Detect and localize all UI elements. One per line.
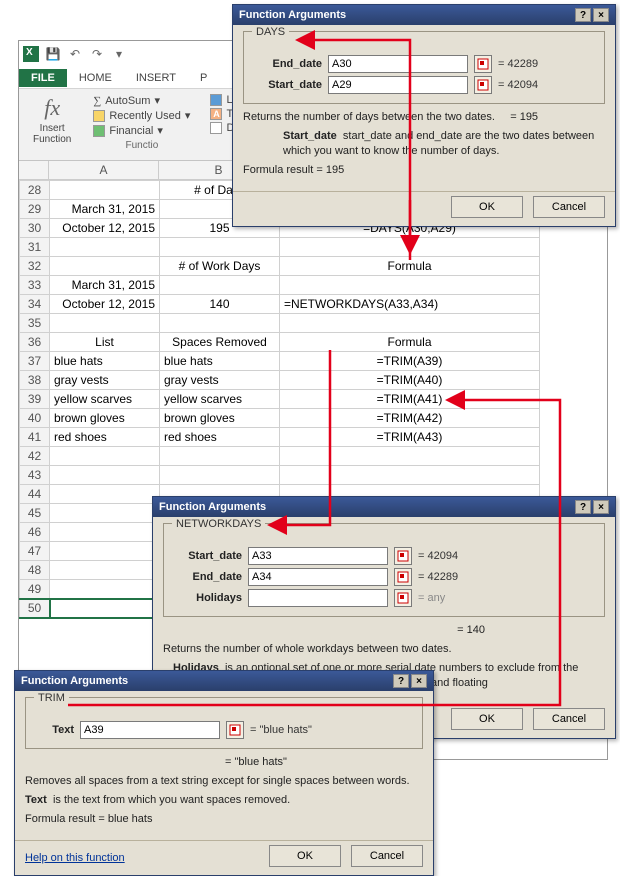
insert-function-label: InsertFunction [33,123,71,145]
autosum-button[interactable]: ∑AutoSum▾ [89,93,194,108]
net-start-result: = 42094 [418,550,458,562]
logical-icon [210,94,222,106]
help-icon[interactable]: ? [575,8,591,22]
ref-picker-icon[interactable] [394,547,412,565]
net-desc1: Returns the number of whole workdays bet… [163,642,605,657]
star-icon [93,110,105,122]
days-desc2-label: Start_date [283,130,337,142]
net-hol-result: = any [418,592,445,604]
tab-insert[interactable]: INSERT [124,69,188,87]
net-end-input[interactable] [248,568,388,586]
cancel-button[interactable]: Cancel [351,845,423,867]
close-icon[interactable]: × [593,8,609,22]
qat-dropdown-icon[interactable]: ▾ [111,46,127,62]
ref-picker-icon[interactable] [226,721,244,739]
col-header-a[interactable]: A [49,161,159,179]
end-date-input[interactable] [328,55,468,73]
financial-icon [93,125,105,137]
close-icon[interactable]: × [593,500,609,514]
date-icon [210,122,222,134]
cancel-button[interactable]: Cancel [533,708,605,730]
days-desc1-result: = 195 [510,111,538,123]
ref-picker-icon[interactable] [394,568,412,586]
text-icon: A [210,108,222,120]
fx-icon: fx [44,95,60,121]
trim-calc-result: = "blue hats" [25,755,423,770]
ok-button[interactable]: OK [269,845,341,867]
ribbon-group-label: Functio [89,140,194,151]
ok-button[interactable]: OK [451,196,523,218]
save-icon[interactable]: 💾 [45,46,61,62]
trim-formula-result: Formula result = blue hats [25,812,423,827]
days-fn-name: DAYS [252,26,289,38]
trim-text-result: = "blue hats" [250,724,312,736]
ref-picker-icon[interactable] [394,589,412,607]
net-hol-label: Holidays [172,592,242,604]
end-date-label: End_date [252,58,322,70]
days-formula-result: Formula result = 195 [243,163,605,178]
help-link[interactable]: Help on this function [15,848,135,868]
end-date-result: = 42289 [498,58,538,70]
networkdays-dialog-titlebar[interactable]: Function Arguments ?× [153,497,615,517]
trim-dialog-title: Function Arguments [21,675,128,687]
help-icon[interactable]: ? [575,500,591,514]
trim-dialog-titlebar[interactable]: Function Arguments ?× [15,671,433,691]
trim-desc2-text: is the text from which you want spaces r… [53,794,290,806]
financial-button[interactable]: Financial▾ [89,123,194,138]
tab-partial[interactable]: P [188,69,219,87]
trim-text-input[interactable] [80,721,220,739]
tab-home[interactable]: HOME [67,69,124,87]
help-icon[interactable]: ? [393,674,409,688]
trim-desc1: Removes all spaces from a text string ex… [25,774,423,789]
networkdays-fn-name: NETWORKDAYS [172,518,265,530]
start-date-input[interactable] [328,76,468,94]
cancel-button[interactable]: Cancel [533,196,605,218]
trim-dialog: Function Arguments ?× TRIM Text = "blue … [14,670,434,876]
ok-button[interactable]: OK [451,708,523,730]
trim-fn-name: TRIM [34,692,69,704]
net-start-input[interactable] [248,547,388,565]
days-dialog-title: Function Arguments [239,9,346,21]
excel-icon [23,46,39,62]
net-end-label: End_date [172,571,242,583]
net-hol-input[interactable] [248,589,388,607]
ref-picker-icon[interactable] [474,55,492,73]
net-calc-result: = 140 [163,623,605,638]
close-icon[interactable]: × [411,674,427,688]
net-start-label: Start_date [172,550,242,562]
trim-text-label: Text [34,724,74,736]
tab-file[interactable]: FILE [19,69,67,87]
net-end-result: = 42289 [418,571,458,583]
days-desc1: Returns the number of days between the t… [243,111,495,123]
days-dialog-titlebar[interactable]: Function Arguments ?× [233,5,615,25]
recently-used-button[interactable]: Recently Used▾ [89,108,194,123]
days-dialog: Function Arguments ?× DAYS End_date = 42… [232,4,616,227]
redo-icon[interactable]: ↷ [89,46,105,62]
trim-desc2-label: Text [25,794,47,806]
undo-icon[interactable]: ↶ [67,46,83,62]
ref-picker-icon[interactable] [474,76,492,94]
insert-function-button[interactable]: fx InsertFunction [27,93,77,147]
networkdays-dialog-title: Function Arguments [159,501,266,513]
start-date-result: = 42094 [498,79,538,91]
start-date-label: Start_date [252,79,322,91]
